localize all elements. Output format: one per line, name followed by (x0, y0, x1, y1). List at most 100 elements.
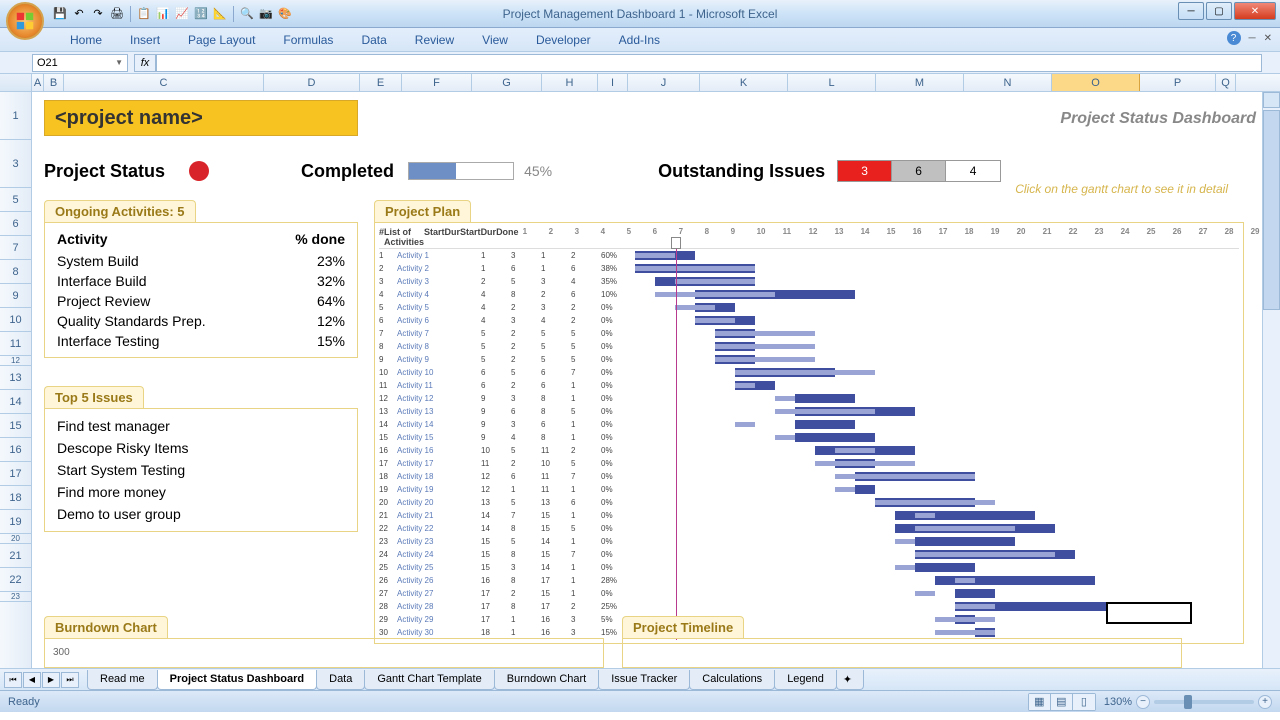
next-sheet-button[interactable]: ▶ (42, 672, 60, 688)
gantt-row: 19Activity 191211110% (379, 483, 1239, 496)
new-sheet-button[interactable]: ✦ (836, 670, 864, 690)
zoom-slider[interactable] (1154, 700, 1254, 704)
sheet-tab[interactable]: Calculations (689, 670, 775, 690)
qat-icon[interactable]: 🎨 (277, 6, 293, 22)
vertical-scrollbar[interactable] (1262, 92, 1280, 668)
column-header[interactable]: P (1140, 74, 1216, 91)
close-button[interactable]: ✕ (1234, 2, 1276, 20)
row-header[interactable]: 14 (0, 390, 31, 414)
ribbon-tab-home[interactable]: Home (56, 29, 116, 51)
row-header[interactable]: 21 (0, 544, 31, 568)
page-layout-view-button[interactable]: ▤ (1051, 694, 1073, 710)
column-header[interactable]: F (402, 74, 472, 91)
gantt-row: 17Activity 171121050% (379, 457, 1239, 470)
normal-view-button[interactable]: ▦ (1029, 694, 1051, 710)
qat-icon[interactable]: 📋 (136, 6, 152, 22)
project-name-cell[interactable]: <project name> (44, 100, 358, 136)
sheet-tab[interactable]: Read me (87, 670, 158, 690)
sheet-tab[interactable]: Data (316, 670, 365, 690)
qat-icon[interactable]: 🔢 (193, 6, 209, 22)
row-header[interactable]: 3 (0, 140, 31, 188)
column-header[interactable]: L (788, 74, 876, 91)
qat-icon[interactable]: 🔍 (239, 6, 255, 22)
column-header[interactable]: N (964, 74, 1052, 91)
ribbon-tab-page-layout[interactable]: Page Layout (174, 29, 269, 51)
row-header[interactable]: 7 (0, 236, 31, 260)
first-sheet-button[interactable]: ⏮ (4, 672, 22, 688)
row-header[interactable]: 12 (0, 356, 31, 366)
column-header[interactable]: B (44, 74, 64, 91)
sheet-tab[interactable]: Gantt Chart Template (364, 670, 494, 690)
column-header[interactable]: I (598, 74, 628, 91)
page-break-view-button[interactable]: ▯ (1073, 694, 1095, 710)
selected-cell[interactable] (1106, 602, 1192, 624)
help-icon[interactable]: ? (1227, 31, 1241, 45)
qat-icon[interactable]: 📊 (155, 6, 171, 22)
column-header[interactable]: M (876, 74, 964, 91)
prev-sheet-button[interactable]: ◀ (23, 672, 41, 688)
column-header[interactable]: C (64, 74, 264, 91)
column-header[interactable]: O (1052, 74, 1140, 91)
sheet-tab[interactable]: Issue Tracker (598, 670, 690, 690)
row-header[interactable]: 19 (0, 510, 31, 534)
row-header[interactable]: 5 (0, 188, 31, 212)
column-header[interactable]: D (264, 74, 360, 91)
ribbon-tab-insert[interactable]: Insert (116, 29, 174, 51)
row-header[interactable]: 20 (0, 534, 31, 544)
maximize-button[interactable]: ▢ (1206, 2, 1232, 20)
column-header[interactable]: H (542, 74, 598, 91)
row-header[interactable]: 18 (0, 486, 31, 510)
row-header[interactable]: 16 (0, 438, 31, 462)
row-header[interactable]: 15 (0, 414, 31, 438)
ribbon-tab-formulas[interactable]: Formulas (269, 29, 347, 51)
select-all-button[interactable] (0, 74, 32, 91)
sheet-tab[interactable]: Project Status Dashboard (157, 670, 317, 690)
worksheet-cells[interactable]: <project name> Project Status Dashboard … (32, 92, 1280, 668)
row-header[interactable]: 10 (0, 308, 31, 332)
ribbon-tab-data[interactable]: Data (347, 29, 400, 51)
row-header[interactable]: 1 (0, 92, 31, 140)
print-icon[interactable]: 🖨 (109, 6, 125, 22)
zoom-in-button[interactable]: + (1258, 695, 1272, 709)
name-box[interactable]: O21▼ (32, 54, 128, 72)
column-header[interactable]: A (32, 74, 44, 91)
column-header[interactable]: E (360, 74, 402, 91)
office-button[interactable] (6, 2, 44, 40)
ribbon-tab-review[interactable]: Review (401, 29, 468, 51)
gantt-chart[interactable]: #List of ActivitiesStartDurStartDurDone1… (374, 222, 1244, 644)
save-icon[interactable]: 💾 (52, 6, 68, 22)
ribbon-tab-add-ins[interactable]: Add-Ins (605, 29, 674, 51)
row-header[interactable]: 22 (0, 568, 31, 592)
row-header[interactable]: 8 (0, 260, 31, 284)
close-workbook-icon[interactable]: ✕ (1264, 33, 1272, 44)
formula-bar[interactable] (156, 54, 1262, 72)
row-header[interactable]: 23 (0, 592, 31, 602)
qat-icon[interactable]: 📈 (174, 6, 190, 22)
column-header[interactable]: J (628, 74, 700, 91)
qat-icon[interactable]: 📐 (212, 6, 228, 22)
qat-icon[interactable]: 📷 (258, 6, 274, 22)
column-header[interactable]: K (700, 74, 788, 91)
minimize-button[interactable]: ─ (1178, 2, 1204, 20)
zoom-level[interactable]: 130% (1104, 696, 1132, 708)
last-sheet-button[interactable]: ⏭ (61, 672, 79, 688)
ribbon-tab-developer[interactable]: Developer (522, 29, 605, 51)
minimize-ribbon-icon[interactable]: ─ (1249, 33, 1256, 44)
column-header[interactable]: G (472, 74, 542, 91)
sheet-tab[interactable]: Burndown Chart (494, 670, 600, 690)
sheet-tab[interactable]: Legend (774, 670, 837, 690)
timeline-chart[interactable] (622, 638, 1182, 668)
ribbon-tab-view[interactable]: View (468, 29, 522, 51)
row-header[interactable]: 9 (0, 284, 31, 308)
zoom-out-button[interactable]: − (1136, 695, 1150, 709)
row-header[interactable]: 13 (0, 366, 31, 390)
fx-button[interactable]: fx (134, 54, 156, 72)
redo-icon[interactable]: ↷ (90, 6, 106, 22)
row-header[interactable]: 11 (0, 332, 31, 356)
sheet-tabs-row: ⏮ ◀ ▶ ⏭ Read meProject Status DashboardD… (0, 668, 1280, 690)
row-header[interactable]: 6 (0, 212, 31, 236)
column-header[interactable]: Q (1216, 74, 1236, 91)
row-header[interactable]: 17 (0, 462, 31, 486)
burndown-chart[interactable]: 300 (44, 638, 604, 668)
undo-icon[interactable]: ↶ (71, 6, 87, 22)
